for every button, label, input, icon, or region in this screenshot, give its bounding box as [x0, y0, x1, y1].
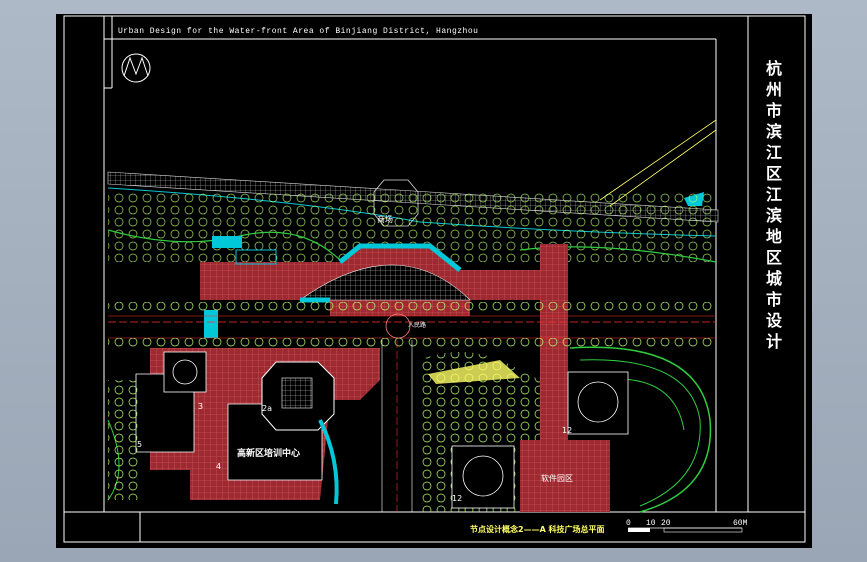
roundabout: [385, 313, 411, 339]
cad-viewport: Urban Design for the Water-front Area of…: [0, 0, 867, 562]
se-building-north: [567, 371, 629, 435]
scale-mark-0: 0: [626, 519, 631, 528]
label-plaza-north: 商场: [377, 215, 393, 224]
label-num-3: 3: [198, 402, 204, 411]
building-3: [163, 351, 207, 393]
english-title: Urban Design for the Water-front Area of…: [118, 27, 479, 36]
drawing-caption: 节点设计概念2——A 科技广场总平面: [470, 525, 605, 534]
label-software-park: 软件园区: [541, 474, 573, 483]
label-num-12b: 12: [452, 494, 463, 503]
label-num-12a: 12: [562, 426, 573, 435]
label-training-center: 高新区培训中心: [237, 449, 301, 459]
chinese-title: 杭州市滨江区江滨地区城市设计: [765, 59, 782, 351]
label-num-5: 5: [137, 440, 143, 449]
label-num-2a: 2a: [262, 404, 272, 413]
logo-icon: [121, 53, 151, 83]
label-num-4: 4: [216, 462, 222, 471]
site-plan-drawing: [63, 15, 806, 543]
scale-mark-10: 10: [646, 519, 656, 528]
scale-mark-20: 20: [661, 519, 671, 528]
scale-mark-60m: 60M: [733, 519, 748, 528]
label-road: 人民路: [408, 322, 427, 329]
scale-bar: [628, 527, 743, 533]
